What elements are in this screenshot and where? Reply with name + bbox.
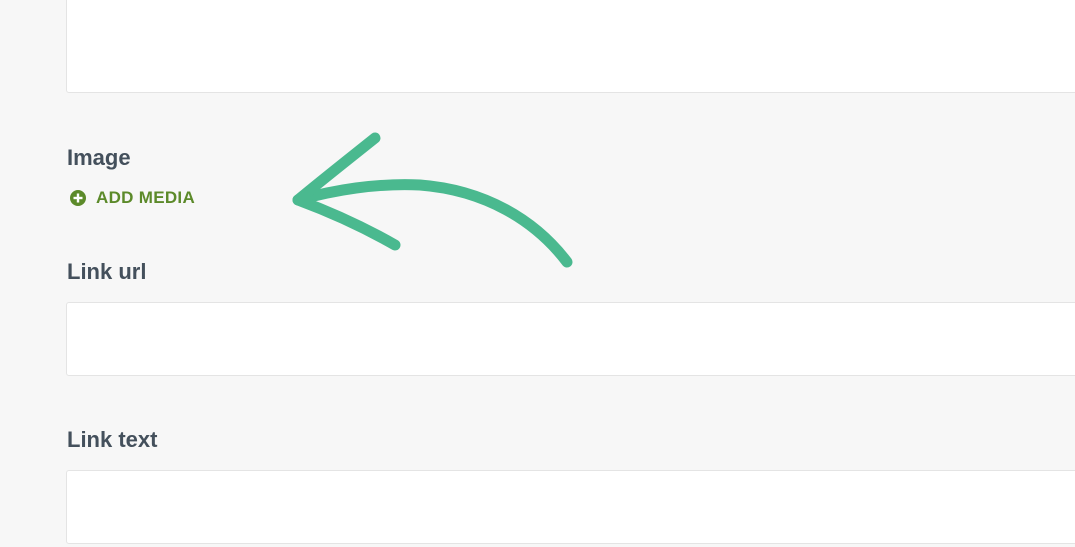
- link-url-input[interactable]: [66, 302, 1075, 376]
- edit-form: Image ADD MEDIA Link url Link text: [0, 0, 1075, 547]
- description-textarea[interactable]: [66, 0, 1075, 93]
- add-media-button[interactable]: ADD MEDIA: [69, 188, 195, 208]
- link-text-label: Link text: [67, 427, 158, 452]
- annotation-arrow-icon: [292, 132, 573, 268]
- plus-circle-icon: [69, 189, 87, 207]
- image-label: Image: [67, 145, 131, 170]
- link-text-input[interactable]: [66, 470, 1075, 544]
- link-url-label: Link url: [67, 259, 147, 284]
- add-media-label: ADD MEDIA: [96, 188, 196, 207]
